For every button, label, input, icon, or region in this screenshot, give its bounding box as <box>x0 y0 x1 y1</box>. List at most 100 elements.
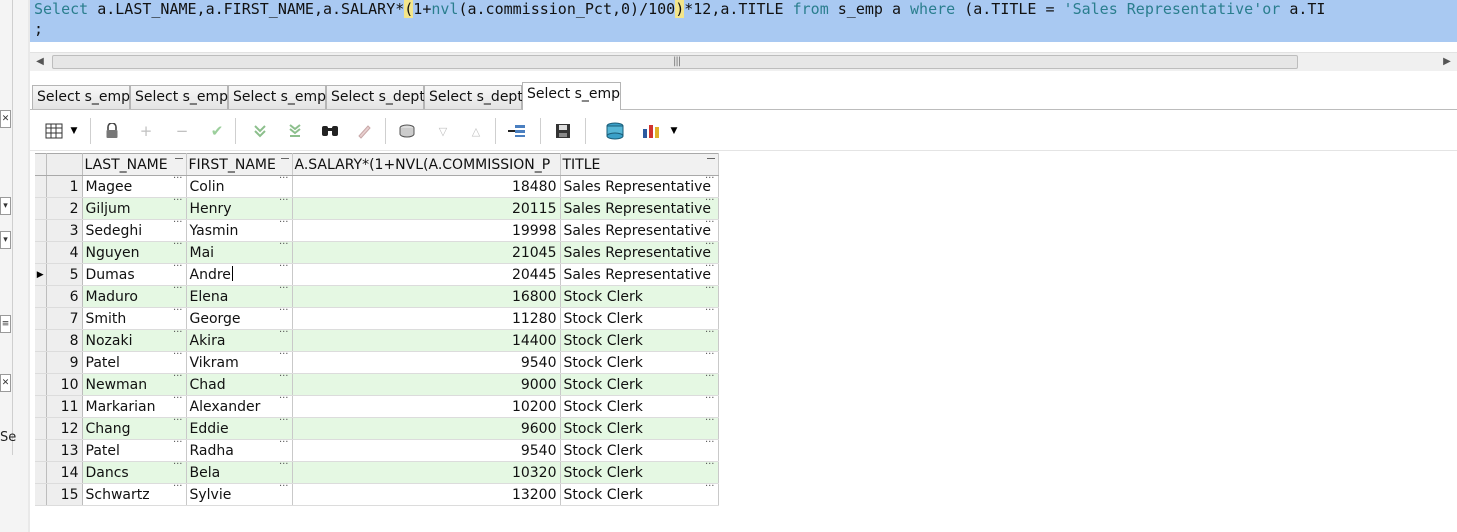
ellipsis-button-icon[interactable]: ··· <box>705 242 715 251</box>
close-icon[interactable]: ✕ <box>0 110 11 128</box>
scroll-right-arrow-icon[interactable]: ▶ <box>1439 53 1455 71</box>
table-row[interactable]: 3 Sedeghi ··· Yasmin ··· 19998 Sales Represent… <box>35 219 719 242</box>
ellipsis-button-icon[interactable]: ··· <box>173 374 183 383</box>
ellipsis-button-icon[interactable]: ··· <box>173 352 183 361</box>
delete-record-icon[interactable]: − <box>170 119 194 143</box>
table-row[interactable]: 1 Magee ··· Colin ··· 18480 Sales Representati… <box>35 175 719 198</box>
ellipsis-button-icon[interactable]: ··· <box>173 264 183 273</box>
cell-first-name[interactable]: Elena ··· <box>186 285 293 308</box>
row-indicator[interactable] <box>35 351 47 374</box>
cell-last-name[interactable]: Giljum ··· <box>82 197 187 220</box>
cell-last-name[interactable]: Schwartz ··· <box>82 483 187 506</box>
cell-last-name[interactable]: Smith ··· <box>82 307 187 330</box>
cell-salary[interactable]: 10320 <box>292 461 561 484</box>
cell-title[interactable]: Stock Clerk ··· <box>560 395 719 418</box>
table-row[interactable]: 11 Markarian ··· Alexander ··· 10200 Stock Cle… <box>35 395 719 418</box>
ellipsis-button-icon[interactable]: ··· <box>705 396 715 405</box>
cell-last-name[interactable]: Chang ··· <box>82 417 187 440</box>
cell-title[interactable]: Stock Clerk ··· <box>560 329 719 352</box>
cell-last-name[interactable]: Sedeghi ··· <box>82 219 187 242</box>
cell-salary[interactable]: 13200 <box>292 483 561 506</box>
ellipsis-button-icon[interactable]: ··· <box>279 330 289 339</box>
cell-first-name[interactable]: Alexander ··· <box>186 395 293 418</box>
ellipsis-button-icon[interactable]: ··· <box>705 198 715 207</box>
cell-title[interactable]: Stock Clerk ··· <box>560 373 719 396</box>
ellipsis-button-icon[interactable]: ··· <box>279 462 289 471</box>
query-by-example-icon[interactable] <box>395 119 419 143</box>
table-row[interactable]: ▶ 5 Dumas ··· Andre ··· 20445 Sales Representat… <box>35 263 719 286</box>
chart-icon[interactable] <box>639 119 663 143</box>
cell-salary[interactable]: 20445 <box>292 263 561 286</box>
fetch-all-icon[interactable] <box>283 119 307 143</box>
cell-last-name[interactable]: Dancs ··· <box>82 461 187 484</box>
table-row[interactable]: 14 Dancs ··· Bela ··· 10320 Stock Clerk ··· <box>35 461 719 484</box>
close-icon[interactable]: ✕ <box>0 374 11 392</box>
cell-first-name[interactable]: Akira ··· <box>186 329 293 352</box>
ellipsis-button-icon[interactable]: ··· <box>173 308 183 317</box>
table-row[interactable]: 9 Patel ··· Vikram ··· 9540 Stock Clerk ··· <box>35 351 719 374</box>
ellipsis-button-icon[interactable]: ··· <box>279 308 289 317</box>
filter-icon[interactable]: ▽ <box>431 119 455 143</box>
ellipsis-button-icon[interactable]: ··· <box>173 220 183 229</box>
ellipsis-button-icon[interactable]: ··· <box>173 242 183 251</box>
single-record-view-icon[interactable] <box>505 119 529 143</box>
cell-last-name[interactable]: Patel ··· <box>82 351 187 374</box>
cell-salary[interactable]: 11280 <box>292 307 561 330</box>
cell-salary[interactable]: 19998 <box>292 219 561 242</box>
ellipsis-button-icon[interactable]: ··· <box>173 176 183 185</box>
row-indicator[interactable] <box>35 285 47 308</box>
ellipsis-button-icon[interactable]: ··· <box>279 264 289 273</box>
cell-salary[interactable]: 20115 <box>292 197 561 220</box>
ellipsis-button-icon[interactable]: ··· <box>705 264 715 273</box>
cell-last-name[interactable]: Markarian ··· <box>82 395 187 418</box>
ellipsis-button-icon[interactable]: ··· <box>173 440 183 449</box>
cell-salary[interactable]: 9540 <box>292 439 561 462</box>
cell-title[interactable]: Stock Clerk ··· <box>560 417 719 440</box>
ellipsis-button-icon[interactable]: ··· <box>173 462 183 471</box>
cell-last-name[interactable]: Dumas ··· <box>82 263 187 286</box>
cell-first-name[interactable]: Andre ··· <box>186 263 293 286</box>
ellipsis-button-icon[interactable]: ··· <box>705 418 715 427</box>
dropdown-icon[interactable]: ▼ <box>668 119 680 143</box>
table-row[interactable]: 12 Chang ··· Eddie ··· 9600 Stock Clerk ··· <box>35 417 719 440</box>
ellipsis-button-icon[interactable]: ··· <box>705 220 715 229</box>
row-indicator[interactable] <box>35 483 47 506</box>
cell-first-name[interactable]: Mai ··· <box>186 241 293 264</box>
ellipsis-button-icon[interactable]: ··· <box>279 396 289 405</box>
cell-salary[interactable]: 9000 <box>292 373 561 396</box>
ellipsis-button-icon[interactable]: ··· <box>173 330 183 339</box>
chevron-down-icon[interactable]: ▾ <box>0 197 11 215</box>
cell-first-name[interactable]: Sylvie ··· <box>186 483 293 506</box>
cell-first-name[interactable]: Bela ··· <box>186 461 293 484</box>
cell-first-name[interactable]: Yasmin ··· <box>186 219 293 242</box>
table-row[interactable]: 13 Patel ··· Radha ··· 9540 Stock Clerk ··· <box>35 439 719 462</box>
cell-title[interactable]: Stock Clerk ··· <box>560 351 719 374</box>
ellipsis-button-icon[interactable]: ··· <box>173 418 183 427</box>
chevron-down-icon[interactable]: ▾ <box>0 231 11 249</box>
ellipsis-button-icon[interactable]: ··· <box>279 286 289 295</box>
ellipsis-button-icon[interactable]: ··· <box>705 462 715 471</box>
ellipsis-button-icon[interactable]: ··· <box>279 440 289 449</box>
ellipsis-button-icon[interactable]: ··· <box>705 330 715 339</box>
ellipsis-button-icon[interactable]: ··· <box>173 198 183 207</box>
cell-last-name[interactable]: Nguyen ··· <box>82 241 187 264</box>
cell-title[interactable]: Sales Representative ··· <box>560 197 719 220</box>
column-header-last-name[interactable]: LAST_NAME <box>82 153 187 176</box>
cell-last-name[interactable]: Patel ··· <box>82 439 187 462</box>
cell-first-name[interactable]: Colin ··· <box>186 175 293 198</box>
row-indicator[interactable] <box>35 307 47 330</box>
find-icon[interactable] <box>318 119 342 143</box>
tab-select-s-emp-1[interactable]: Select s_emp <box>32 85 130 109</box>
sort-icon[interactable]: △ <box>464 119 488 143</box>
cell-salary[interactable]: 9540 <box>292 351 561 374</box>
export-icon[interactable] <box>603 119 627 143</box>
cell-last-name[interactable]: Magee ··· <box>82 175 187 198</box>
cell-salary[interactable]: 18480 <box>292 175 561 198</box>
ellipsis-button-icon[interactable]: ··· <box>279 418 289 427</box>
cell-salary[interactable]: 21045 <box>292 241 561 264</box>
row-indicator[interactable] <box>35 219 47 242</box>
ellipsis-button-icon[interactable]: ··· <box>705 374 715 383</box>
row-indicator[interactable] <box>35 461 47 484</box>
row-indicator[interactable] <box>35 439 47 462</box>
ellipsis-button-icon[interactable]: ··· <box>279 220 289 229</box>
